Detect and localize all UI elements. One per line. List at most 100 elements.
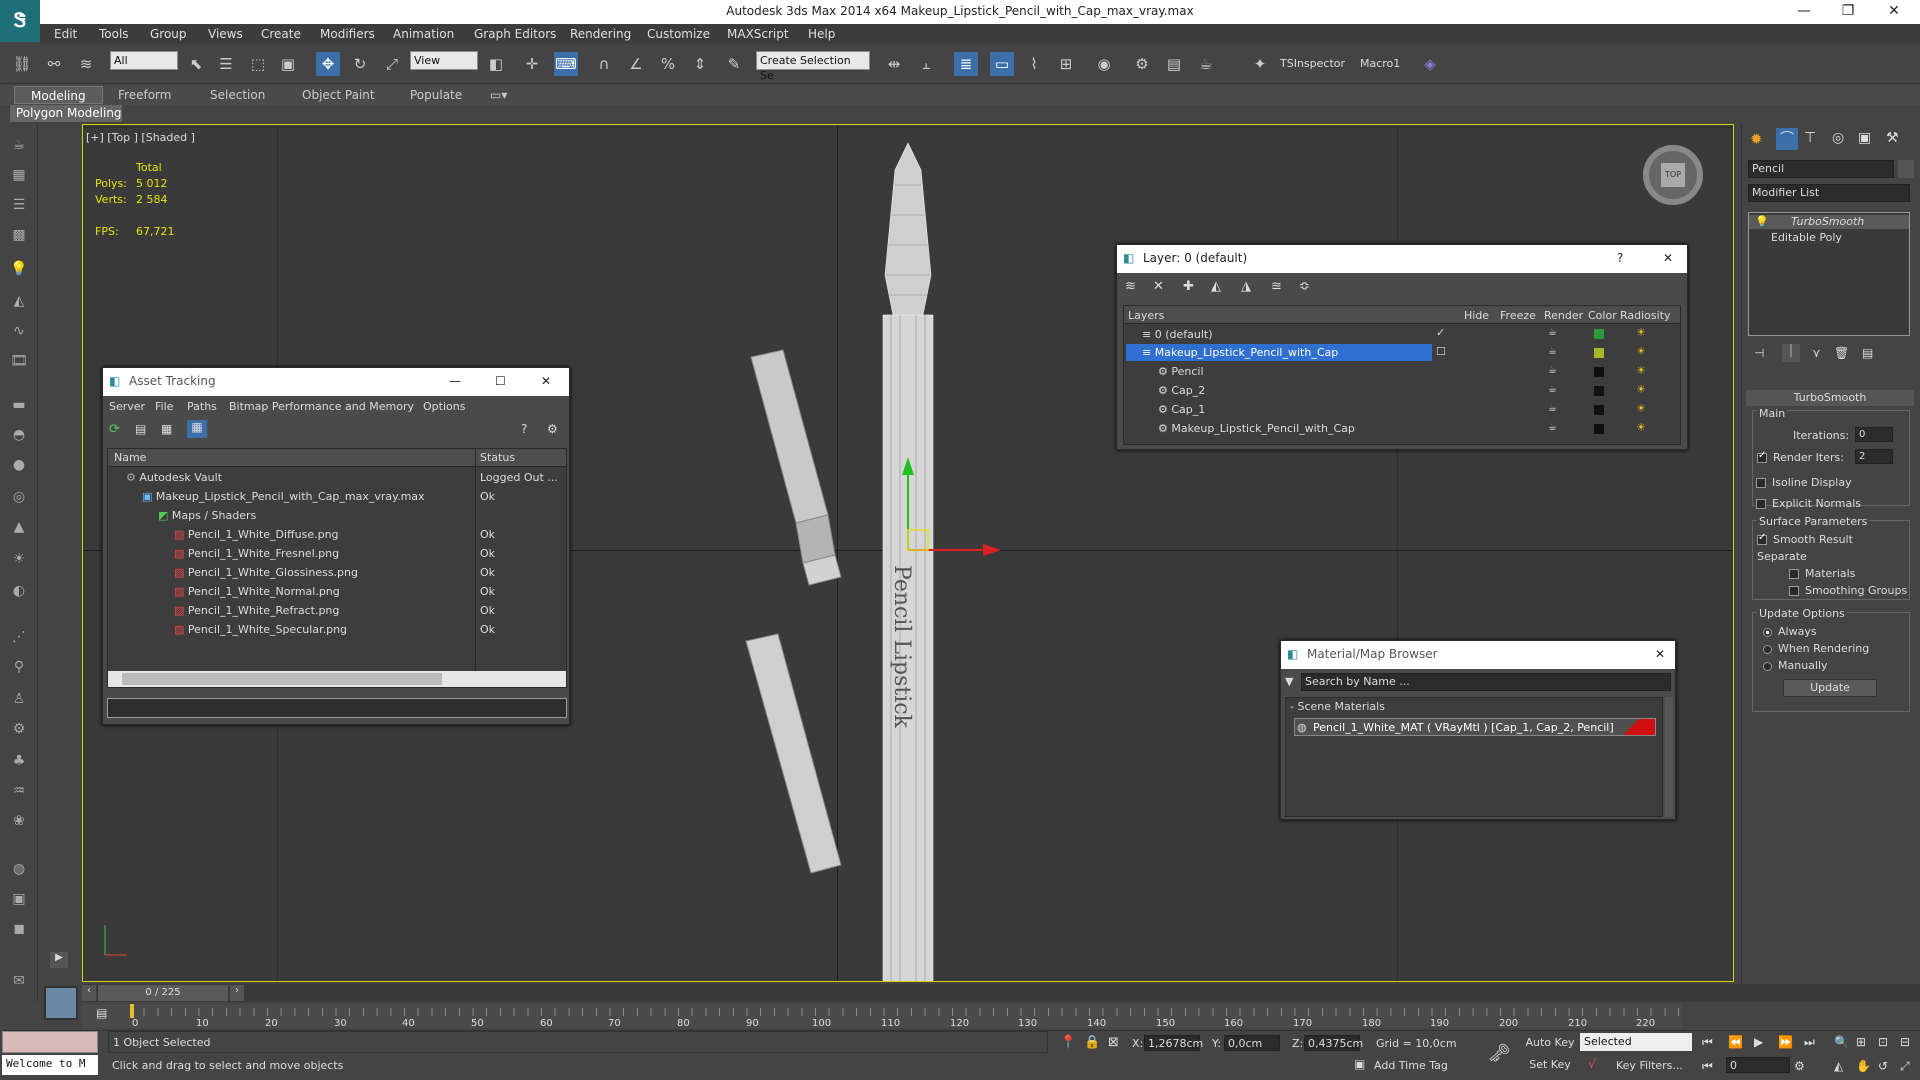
material-ball-icon[interactable]: ◐ [8,580,30,602]
radiosity-icon[interactable]: ☀ [1636,383,1646,396]
create-tab-icon[interactable]: ✹ [1750,130,1763,148]
list-item[interactable]: ▨ Pencil_1_White_Diffuse.png [174,528,339,541]
configure-sets-icon[interactable]: ▤ [1862,346,1873,360]
wave-icon[interactable]: ∿ [8,320,30,342]
refresh-icon[interactable]: ⟳ [109,422,120,437]
select-rotate-icon[interactable]: ↻ [348,52,372,76]
set-key-button[interactable]: Set Key [1524,1056,1576,1074]
auto-key-button[interactable]: Auto Key [1524,1034,1576,1052]
track-bar[interactable]: ▤ 0 10 20 30 40 50 60 70 80 90 100 110 1… [82,1004,1690,1029]
material-browser-window[interactable]: ◧ Material/Map Browser ✕ ▼ Search by Nam… [1280,640,1676,820]
asset-list[interactable]: Name Status ⚙ Autodesk Vault Logged Out … [107,448,567,688]
hemisphere-icon[interactable]: ◓ [8,424,30,446]
isolate-icon[interactable]: 📍 [1060,1035,1076,1050]
list-item[interactable]: ▨ Pencil_1_White_Specular.png [174,623,347,636]
vray-icon[interactable]: ◼ [8,918,30,940]
render-frame-icon[interactable]: ▤ [1162,52,1186,76]
next-frame-icon[interactable]: ⏩ [1778,1035,1793,1049]
table-row[interactable]: ≡ 0 (default) [1142,328,1213,341]
hide-col-header[interactable]: Hide [1464,309,1489,322]
gear-icon[interactable]: ⚙ [8,718,30,740]
ribbon-options-icon[interactable]: ▭▾ [490,88,507,102]
snap-toggle-icon[interactable]: ∩ [592,52,616,76]
key-mode-icon[interactable]: ⏮ [1702,1059,1713,1074]
remove-modifier-icon[interactable]: 🗑 [1834,346,1849,360]
manually-radio[interactable]: Manually [1763,659,1828,672]
table-view-icon[interactable]: ▦ [161,422,172,436]
zoom-extents-icon[interactable]: ⊡ [1878,1035,1888,1049]
select-in-layer-icon[interactable]: ◭ [1211,279,1221,294]
pin-stack-icon[interactable]: ⊣ [1754,346,1764,360]
time-config-icon[interactable]: ⚙ [1794,1059,1805,1073]
add-time-tag[interactable]: Add Time Tag [1374,1059,1448,1072]
asset-menu-options[interactable]: Options [423,400,465,413]
pivot-center-icon[interactable]: ◧ [484,52,508,76]
radiosity-col-header[interactable]: Radiosity [1620,309,1671,322]
menu-group[interactable]: Group [150,27,187,41]
zoom-extents-all-icon[interactable]: ⊟ [1900,1035,1910,1049]
time-slider-handle[interactable]: 0 / 225 [98,985,228,1001]
asset-tracking-window[interactable]: ◧ Asset Tracking — ☐ ✕ Server File Paths… [102,367,570,725]
close-icon[interactable]: ✕ [1872,0,1916,24]
plant-icon[interactable]: ♣ [8,750,30,772]
col-status-header[interactable]: Status [480,451,515,464]
mesh-icon[interactable]: ◭ [8,290,30,312]
asset-menu-server[interactable]: Server [109,400,145,413]
teapot-icon[interactable]: ☕ [8,134,30,156]
update-button[interactable]: Update [1783,679,1877,697]
mini-curve-editor-icon[interactable]: ▤ [96,1006,112,1022]
asset-path-field[interactable] [107,698,567,718]
sphere-icon[interactable]: ● [8,454,30,476]
list-item[interactable]: ⚙ Autodesk Vault [126,471,222,484]
radiosity-icon[interactable]: ☀ [1636,345,1646,358]
layers-col-header[interactable]: Layers [1128,309,1164,322]
plugin-icon[interactable]: ◈ [1418,52,1442,76]
render-teapot-icon[interactable]: ☕ [1548,365,1557,376]
select-object-icon[interactable]: ⬉ [184,52,208,76]
key-filters-button[interactable]: Key Filters... [1616,1059,1683,1072]
help-icon[interactable]: ? [521,422,527,436]
time-slider[interactable]: ‹ 0 / 225 › [82,984,1920,1002]
unlink-icon[interactable]: ⚯ [42,52,66,76]
modifier-editable-poly[interactable]: Editable Poly [1771,231,1842,244]
lock-selection-icon[interactable]: 🔒 [1084,1035,1100,1050]
curve-editor-icon[interactable]: ⌇ [1022,52,1046,76]
create-layer-icon[interactable]: ≋ [1125,279,1136,294]
asset-close-icon[interactable]: ✕ [541,374,551,388]
table-row[interactable]: ⚙ Makeup_Lipstick_Pencil_with_Cap [1158,422,1355,435]
menu-modifiers[interactable]: Modifiers [320,27,375,41]
biped-icon[interactable]: ♙ [8,688,30,710]
material-browser-titlebar[interactable]: ◧ Material/Map Browser ✕ [1281,641,1675,669]
menu-customize[interactable]: Customize [647,27,710,41]
restore-icon[interactable]: ❐ [1826,0,1870,24]
browser-options-icon[interactable]: ▼ [1285,675,1293,688]
freeze-all-icon[interactable]: ≎ [1299,279,1310,294]
film-icon[interactable]: 🎞 [8,350,30,372]
layer-help-icon[interactable]: ? [1617,251,1623,265]
show-end-result-icon[interactable]: ⏐ [1782,344,1800,362]
cone-icon[interactable]: ▲ [8,516,30,538]
asset-menu-file[interactable]: File [155,400,173,413]
render-col-header[interactable]: Render [1544,309,1583,322]
current-layer-check-icon[interactable]: ✓ [1436,326,1445,339]
key-mode-dropdown[interactable]: Selected [1580,1033,1692,1051]
modify-tab-icon[interactable]: ⌒ [1776,128,1798,150]
absolute-mode-icon[interactable]: ⊠ [1108,1035,1119,1050]
make-unique-icon[interactable]: ⋎ [1812,346,1821,360]
render-production-icon[interactable]: ☕ [1194,52,1218,76]
menu-views[interactable]: Views [208,27,243,41]
grid-view-icon[interactable]: ▦ [187,420,207,438]
render-icon[interactable]: ▣ [8,888,30,910]
viewcube-icon[interactable]: TOP [1643,145,1703,205]
menu-rendering[interactable]: Rendering [570,27,631,41]
menu-tools[interactable]: Tools [99,27,129,41]
layer-color-swatch[interactable] [1594,367,1604,377]
modifier-turbosmooth[interactable]: TurboSmooth [1791,215,1864,228]
delete-layer-icon[interactable]: ✕ [1153,279,1164,294]
radiosity-icon[interactable]: ☀ [1636,421,1646,434]
menu-create[interactable]: Create [261,27,301,41]
hierarchy-tab-icon[interactable]: ⊤ [1804,130,1816,146]
scene-materials-list[interactable]: - Scene Materials ◍ Pencil_1_White_MAT (… [1285,697,1663,817]
material-search-input[interactable]: Search by Name ... [1301,673,1671,691]
select-scale-icon[interactable]: ⤢ [380,52,404,76]
